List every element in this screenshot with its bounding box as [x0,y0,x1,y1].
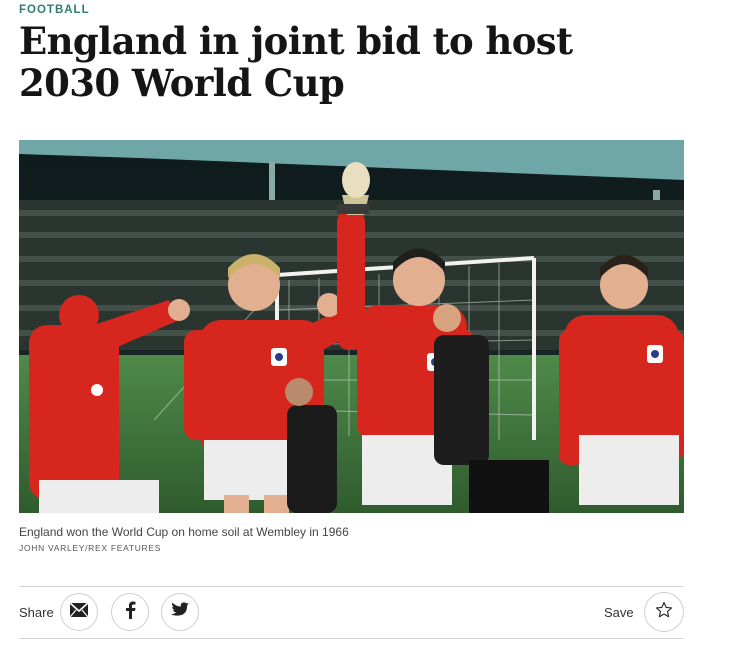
photo-caption: England won the World Cup on home soil a… [19,525,349,539]
article-photo [19,140,684,513]
headline: England in joint bid to host 2030 World … [19,19,573,105]
share-label: Share [19,605,54,620]
save-label[interactable]: Save [604,605,634,620]
divider-bottom [19,638,684,639]
section-label[interactable]: FOOTBALL [19,4,90,16]
email-share-button[interactable] [60,593,98,631]
twitter-icon [171,602,189,622]
share-bar: Share Save [19,588,684,638]
save-button[interactable] [644,592,684,632]
divider-top [19,586,684,587]
facebook-share-button[interactable] [111,593,149,631]
facebook-icon [124,601,136,624]
star-icon [655,601,673,624]
twitter-share-button[interactable] [161,593,199,631]
photo-credit: JOHN VARLEY/REX FEATURES [19,543,162,553]
email-icon [69,601,89,623]
